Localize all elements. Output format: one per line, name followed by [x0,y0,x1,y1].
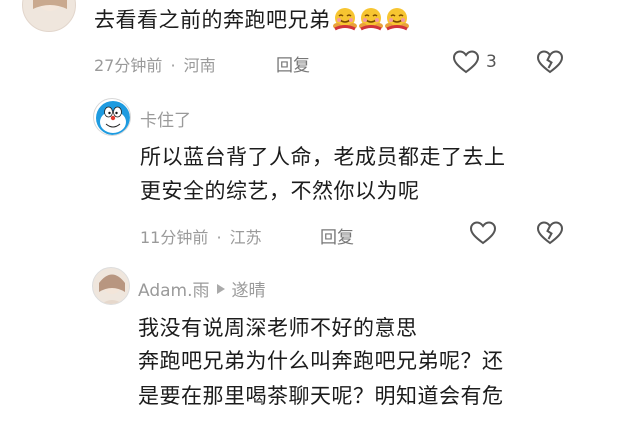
reply-text-line-1: 所以蓝台背了人命，老成员都走了去上 [140,145,506,169]
avatar[interactable] [93,98,131,136]
dislike-button[interactable] [536,220,564,246]
reply-text-line-3: 是要在那里喝茶聊天呢？明知道会有危 [138,384,504,408]
meta-separator: · [216,228,222,247]
dislike-button[interactable] [536,49,564,75]
avatar[interactable] [22,0,76,32]
reply-text-line-2: 奔跑吧兄弟为什么叫奔跑吧兄弟呢？还 [138,349,504,373]
comment-text: 去看看之前的奔跑吧兄弟 [94,4,409,36]
reply-time: 11分钟前 [140,228,209,247]
like-button[interactable] [469,220,497,246]
reply-to-username[interactable]: 遂晴 [232,276,266,301]
broken-heart-icon [536,50,564,74]
reply-location: 江苏 [229,228,262,247]
reply-username[interactable]: 卡住了 [140,106,191,131]
reply-text-line-2: 更安全的综艺，不然你以为呢 [140,179,420,203]
hugging-face-icon [384,8,409,31]
broken-heart-icon [536,221,564,245]
reply-button[interactable]: 回复 [320,223,354,248]
reply-username-row: Adam.雨 遂晴 [138,276,266,301]
comment-body: 去看看之前的奔跑吧兄弟 [94,8,331,32]
heart-icon [469,221,497,245]
reply-button[interactable]: 回复 [276,51,310,76]
reply-meta: 11分钟前 · 江苏 [140,224,262,248]
comment-location: 河南 [183,56,216,75]
comment-meta: 27分钟前 · 河南 [94,52,216,76]
heart-icon [452,50,480,74]
reply-arrow-icon [216,283,225,294]
like-count: 3 [486,52,497,72]
reply-username[interactable]: Adam.雨 [138,276,210,301]
hugging-face-icon [332,8,357,31]
meta-separator: · [170,56,176,75]
avatar[interactable] [92,267,130,305]
like-button[interactable]: 3 [452,49,497,75]
hugging-face-icon [358,8,383,31]
reply-text-line-1: 我没有说周深老师不好的意思 [138,316,418,340]
comment-time: 27分钟前 [94,56,163,75]
